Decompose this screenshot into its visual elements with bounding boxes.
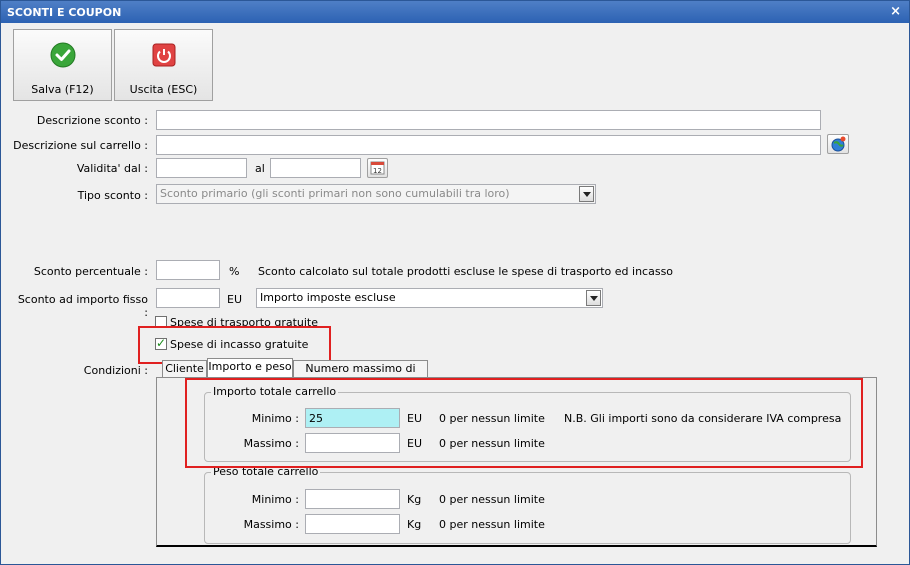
checkmark-icon <box>50 42 76 68</box>
peso-minimo-hint: 0 per nessun limite <box>439 493 545 506</box>
exit-button-label: Uscita (ESC) <box>129 83 198 96</box>
descrizione-label: Descrizione sconto : <box>36 114 148 127</box>
peso-massimo-label: Massimo : <box>243 518 299 531</box>
carrello-label: Descrizione sul carrello : <box>13 139 148 152</box>
calendar-icon: 12 <box>370 161 385 175</box>
importo-select[interactable]: Importo imposte escluse <box>256 288 603 308</box>
highlight-box-importo <box>185 378 863 468</box>
chevron-down-icon <box>579 186 594 202</box>
peso-minimo-input[interactable] <box>305 489 400 509</box>
globe-icon <box>831 136 846 152</box>
importo-fisso-input[interactable] <box>156 288 220 308</box>
percentuale-label: Sconto percentuale : <box>33 265 148 278</box>
tipo-select[interactable]: Sconto primario (gli sconti primari non … <box>156 184 596 204</box>
peso-massimo-hint: 0 per nessun limite <box>439 518 545 531</box>
window-title: SCONTI E COUPON <box>7 6 122 19</box>
condizioni-label: Condizioni : <box>83 364 148 377</box>
exit-button[interactable]: Uscita (ESC) <box>114 29 213 101</box>
eu-unit: EU <box>227 293 243 306</box>
peso-massimo-unit: Kg <box>407 518 422 531</box>
sconti-coupon-window: SCONTI E COUPON × Salva (F12) Uscita (ES… <box>0 0 910 565</box>
tab-cliente[interactable]: Cliente <box>162 360 207 377</box>
validita-label: Validita' dal : <box>76 162 148 175</box>
carrello-input[interactable] <box>156 135 821 155</box>
incasso-checkbox[interactable] <box>155 336 167 350</box>
percent-unit: % <box>229 265 240 278</box>
importo-fisso-label: Sconto ad importo fisso : <box>17 293 148 319</box>
importo-select-value: Importo imposte escluse <box>260 291 396 304</box>
incasso-label: Spese di incasso gratuite <box>170 338 309 351</box>
percentuale-input[interactable] <box>156 260 220 280</box>
descrizione-input[interactable] <box>156 110 821 130</box>
save-button[interactable]: Salva (F12) <box>13 29 112 101</box>
title-bar: SCONTI E COUPON × <box>1 1 909 23</box>
svg-text:12: 12 <box>373 167 382 175</box>
peso-minimo-unit: Kg <box>407 493 422 506</box>
tab-numero-utilizzi[interactable]: Numero massimo di utilizzi <box>293 360 428 391</box>
tab-importo-peso[interactable]: Importo e peso <box>207 358 293 377</box>
translate-button[interactable] <box>827 134 849 154</box>
power-icon <box>152 43 176 67</box>
save-button-label: Salva (F12) <box>31 83 94 96</box>
validita-al-input[interactable] <box>270 158 361 178</box>
peso-group: Peso totale carrello Minimo : Kg 0 per n… <box>204 465 851 544</box>
percent-note: Sconto calcolato sul totale prodotti esc… <box>258 265 674 278</box>
tipo-select-value: Sconto primario (gli sconti primari non … <box>160 187 510 200</box>
peso-minimo-label: Minimo : <box>251 493 299 506</box>
close-icon[interactable]: × <box>890 4 901 19</box>
validita-dal-input[interactable] <box>156 158 247 178</box>
peso-massimo-input[interactable] <box>305 514 400 534</box>
al-label: al <box>255 162 265 175</box>
tipo-label: Tipo sconto : <box>77 189 148 202</box>
calendar-button[interactable]: 12 <box>367 158 388 178</box>
chevron-down-icon <box>586 290 601 306</box>
